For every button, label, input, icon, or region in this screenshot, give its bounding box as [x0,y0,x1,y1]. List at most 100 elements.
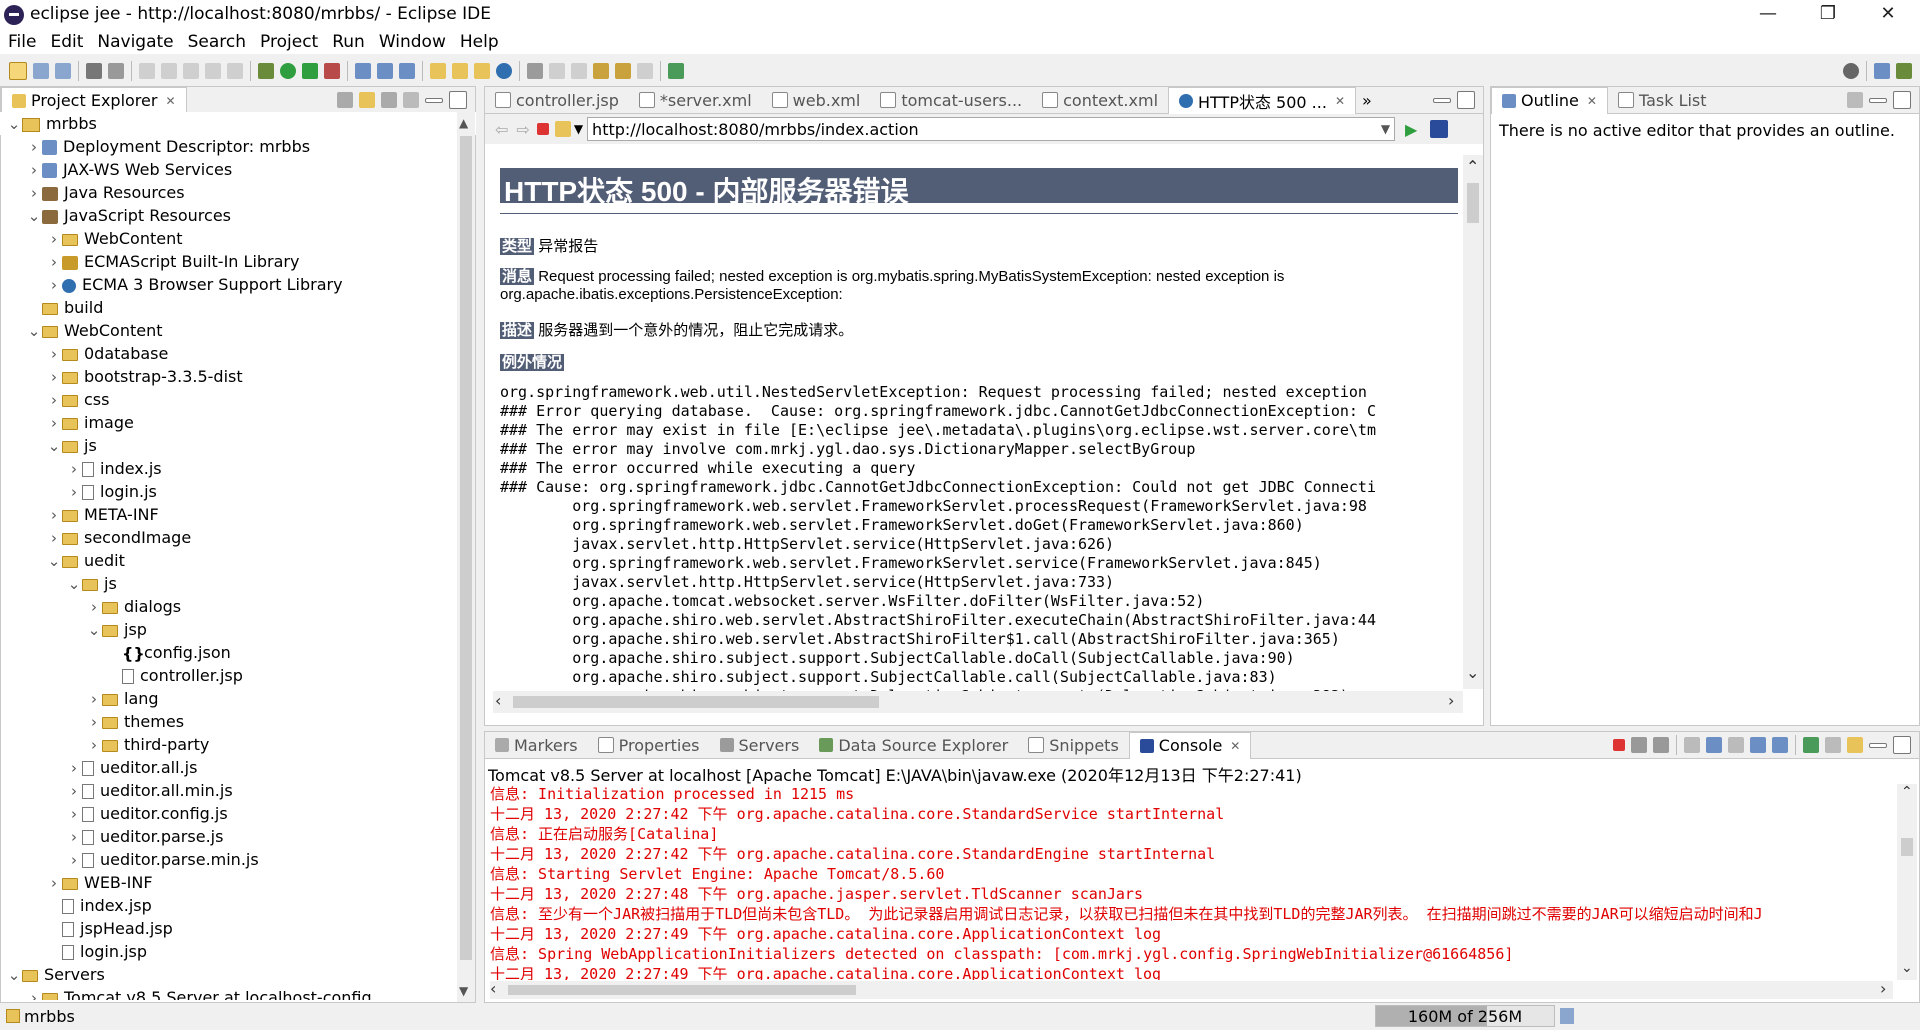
new-class-icon[interactable] [399,63,415,79]
suspend-icon[interactable] [161,63,177,79]
tree-item[interactable]: ⌄ mrbbs [0,112,476,135]
collapsed-twisty-icon[interactable]: › [46,366,62,389]
tree-item[interactable]: › css [0,388,476,411]
tree-item[interactable]: › lang [0,687,476,710]
scroll-up-icon[interactable]: ⌃ [1901,784,1913,800]
tree-item[interactable]: › dialogs [0,595,476,618]
maximize-view-icon[interactable] [449,91,467,109]
tree-item[interactable]: › ueditor.all.min.js [0,779,476,802]
tab-markers[interactable]: Markers [485,732,588,758]
scroll-down-icon[interactable]: ⌄ [1901,960,1913,976]
tab-server-xml[interactable]: *server.xml [629,87,762,113]
tree-item[interactable]: ⌄ WebContent [0,319,476,342]
tree-item[interactable]: › image [0,411,476,434]
menu-help[interactable]: Help [460,32,499,52]
scroll-up-icon[interactable]: ⌃ [1466,157,1479,176]
tree-item[interactable]: › Deployment Descriptor: mrbbs [0,135,476,158]
step-into-icon[interactable] [205,63,221,79]
scroll-thumb[interactable] [508,985,856,995]
menu-run[interactable]: Run [332,32,365,52]
tree-item[interactable]: ⌄ Servers [0,963,476,986]
open-type-icon[interactable] [430,63,446,79]
tree-item[interactable]: › third-party [0,733,476,756]
content-hscrollbar[interactable]: ‹ › [493,691,1463,713]
expanded-twisty-icon[interactable]: ⌄ [6,964,22,987]
tree-item[interactable]: › JAX-WS Web Services [0,158,476,181]
menu-edit[interactable]: Edit [50,32,83,52]
tree-item[interactable]: › secondImage [0,526,476,549]
new-server-icon[interactable] [355,63,371,79]
tab-outline[interactable]: Outline ✕ [1491,86,1608,114]
tab-context-xml[interactable]: context.xml [1032,87,1168,113]
tab-console[interactable]: Console ✕ [1128,731,1252,759]
tree-item[interactable]: ⌄ js [0,572,476,595]
expanded-twisty-icon[interactable]: ⌄ [66,573,82,596]
collapsed-twisty-icon[interactable]: › [86,596,102,619]
minimize-view-icon[interactable] [1869,97,1887,103]
scroll-thumb[interactable] [460,136,472,960]
remove-launch-icon[interactable] [1631,737,1647,753]
stop-icon[interactable] [536,123,549,135]
collapsed-twisty-icon[interactable]: › [46,527,62,550]
collapsed-twisty-icon[interactable]: › [46,228,62,251]
tree-item[interactable]: jspHead.jsp [0,917,476,940]
expanded-twisty-icon[interactable]: ⌄ [46,550,62,573]
collapse-all-icon[interactable] [337,92,353,108]
close-tab-icon[interactable]: ✕ [165,94,175,108]
tab-servers[interactable]: Servers [710,732,810,758]
remove-all-launches-icon[interactable] [1653,737,1669,753]
console-output[interactable]: 信息: Initialization processed in 1215 ms 十… [490,784,1893,980]
maximize-view-icon[interactable] [1457,91,1475,109]
tree-item[interactable]: controller.jsp [0,664,476,687]
tree-item[interactable]: index.jsp [0,894,476,917]
tree-item[interactable]: › bootstrap-3.3.5-dist [0,365,476,388]
new-icon[interactable] [9,62,27,80]
forward-arrow-icon[interactable]: ⇨ [516,120,529,139]
collapsed-twisty-icon[interactable]: › [46,872,62,895]
tree-item[interactable]: › ECMAScript Built-In Library [0,250,476,273]
tab-properties[interactable]: Properties [588,732,710,758]
scroll-lock-icon[interactable] [1706,737,1722,753]
go-icon[interactable]: ▶ [1405,120,1417,139]
browser-icon[interactable] [496,63,512,79]
pin-console-icon[interactable] [1803,737,1819,753]
collapsed-twisty-icon[interactable]: › [66,803,82,826]
maximize-view-icon[interactable] [1893,736,1911,754]
annotation-next-icon[interactable] [549,63,565,79]
back-arrow-icon[interactable]: ⇦ [495,120,508,139]
close-tab-icon[interactable]: ✕ [1335,94,1345,108]
tree-item[interactable]: › index.js [0,457,476,480]
tab-snippets[interactable]: Snippets [1018,732,1129,758]
resume-icon[interactable] [139,63,155,79]
tree-item[interactable]: › login.js [0,480,476,503]
tab-web-xml[interactable]: web.xml [762,87,871,113]
url-dropdown-icon[interactable]: ▼ [1381,122,1390,136]
save-all-icon[interactable] [55,63,71,79]
maximize-view-icon[interactable] [1893,91,1911,109]
minimize-button[interactable]: — [1740,0,1796,30]
open-console-icon[interactable] [1847,737,1863,753]
collapsed-twisty-icon[interactable]: › [46,389,62,412]
tree-item[interactable]: › Java Resources [0,181,476,204]
collapsed-twisty-icon[interactable]: › [46,412,62,435]
scroll-down-icon[interactable]: ▼ [459,984,468,998]
pin-editor-icon[interactable] [668,63,684,79]
tree-item[interactable]: ⌄ uedit [0,549,476,572]
collapsed-twisty-icon[interactable]: › [26,182,42,205]
url-text[interactable]: http://localhost:8080/mrbbs/index.action [592,120,1381,139]
scroll-thumb[interactable] [1467,183,1479,223]
expanded-twisty-icon[interactable]: ⌄ [6,113,22,136]
tree-item[interactable]: › META-INF [0,503,476,526]
step-over-icon[interactable] [227,63,243,79]
tab-tomcat-users[interactable]: tomcat-users... [870,87,1032,113]
collapsed-twisty-icon[interactable]: › [66,757,82,780]
console-vscrollbar[interactable]: ⌃ ⌄ [1897,784,1917,980]
expanded-twisty-icon[interactable]: ⌄ [46,435,62,458]
terminate-icon[interactable] [1613,739,1625,751]
scroll-left-icon[interactable]: ‹ [490,979,496,998]
url-field[interactable]: http://localhost:8080/mrbbs/index.action… [587,117,1396,141]
expanded-twisty-icon[interactable]: ⌄ [86,619,102,642]
tab-project-explorer[interactable]: Project Explorer ✕ [1,86,187,114]
tab-data-source-explorer[interactable]: Data Source Explorer [809,732,1018,758]
menu-search[interactable]: Search [188,32,246,52]
